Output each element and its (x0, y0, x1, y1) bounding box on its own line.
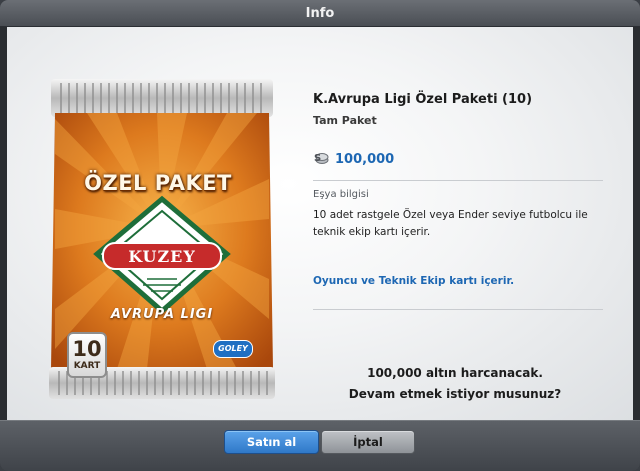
card-count-label: KART (73, 361, 101, 371)
pack-title: ÖZEL PAKET (84, 171, 232, 195)
pack-brand: KUZEY (128, 247, 196, 266)
divider (313, 309, 603, 310)
cancel-button[interactable]: İptal (321, 430, 415, 454)
divider (313, 180, 603, 181)
card-count-badge: 10 KART (67, 332, 107, 378)
item-subtitle: Tam Paket (313, 114, 377, 127)
dialog-content: ÖZEL PAKET KUZEY AVRUPA LIGI 10 KART GOL… (7, 27, 633, 420)
goley-logo: GOLEY (213, 340, 253, 358)
item-price: 100,000 (335, 152, 395, 167)
item-info-heading: Eşya bilgisi (313, 189, 369, 200)
confirm-line-question: Devam etmek istiyor musunuz? (348, 387, 562, 401)
confirm-line-cost: 100,000 altın harcanacak. (367, 366, 543, 380)
dialog-footer (0, 420, 640, 471)
item-description: 10 adet rastgele Özel veya Ender seviye … (313, 209, 588, 238)
pack-league: AVRUPA LIGI (110, 307, 214, 322)
buy-button[interactable]: Satın al (224, 430, 319, 454)
confirm-message: 100,000 altın harcanacak. Devam etmek is… (340, 363, 570, 405)
card-pack-image: ÖZEL PAKET KUZEY AVRUPA LIGI 10 KART GOL… (47, 79, 277, 399)
info-dialog: Info ÖZEL PAKET KUZEY AVRUPA LIGI 10 KAR… (0, 0, 640, 471)
coin-icon: S (314, 153, 329, 164)
card-types-link[interactable]: Oyuncu ve Teknik Ekip kartı içerir. (313, 275, 514, 287)
dialog-title: Info (0, 0, 640, 27)
item-name: K.Avrupa Ligi Özel Paketi (10) (313, 92, 533, 107)
svg-text:S: S (314, 153, 321, 164)
card-count: 10 (72, 337, 102, 361)
